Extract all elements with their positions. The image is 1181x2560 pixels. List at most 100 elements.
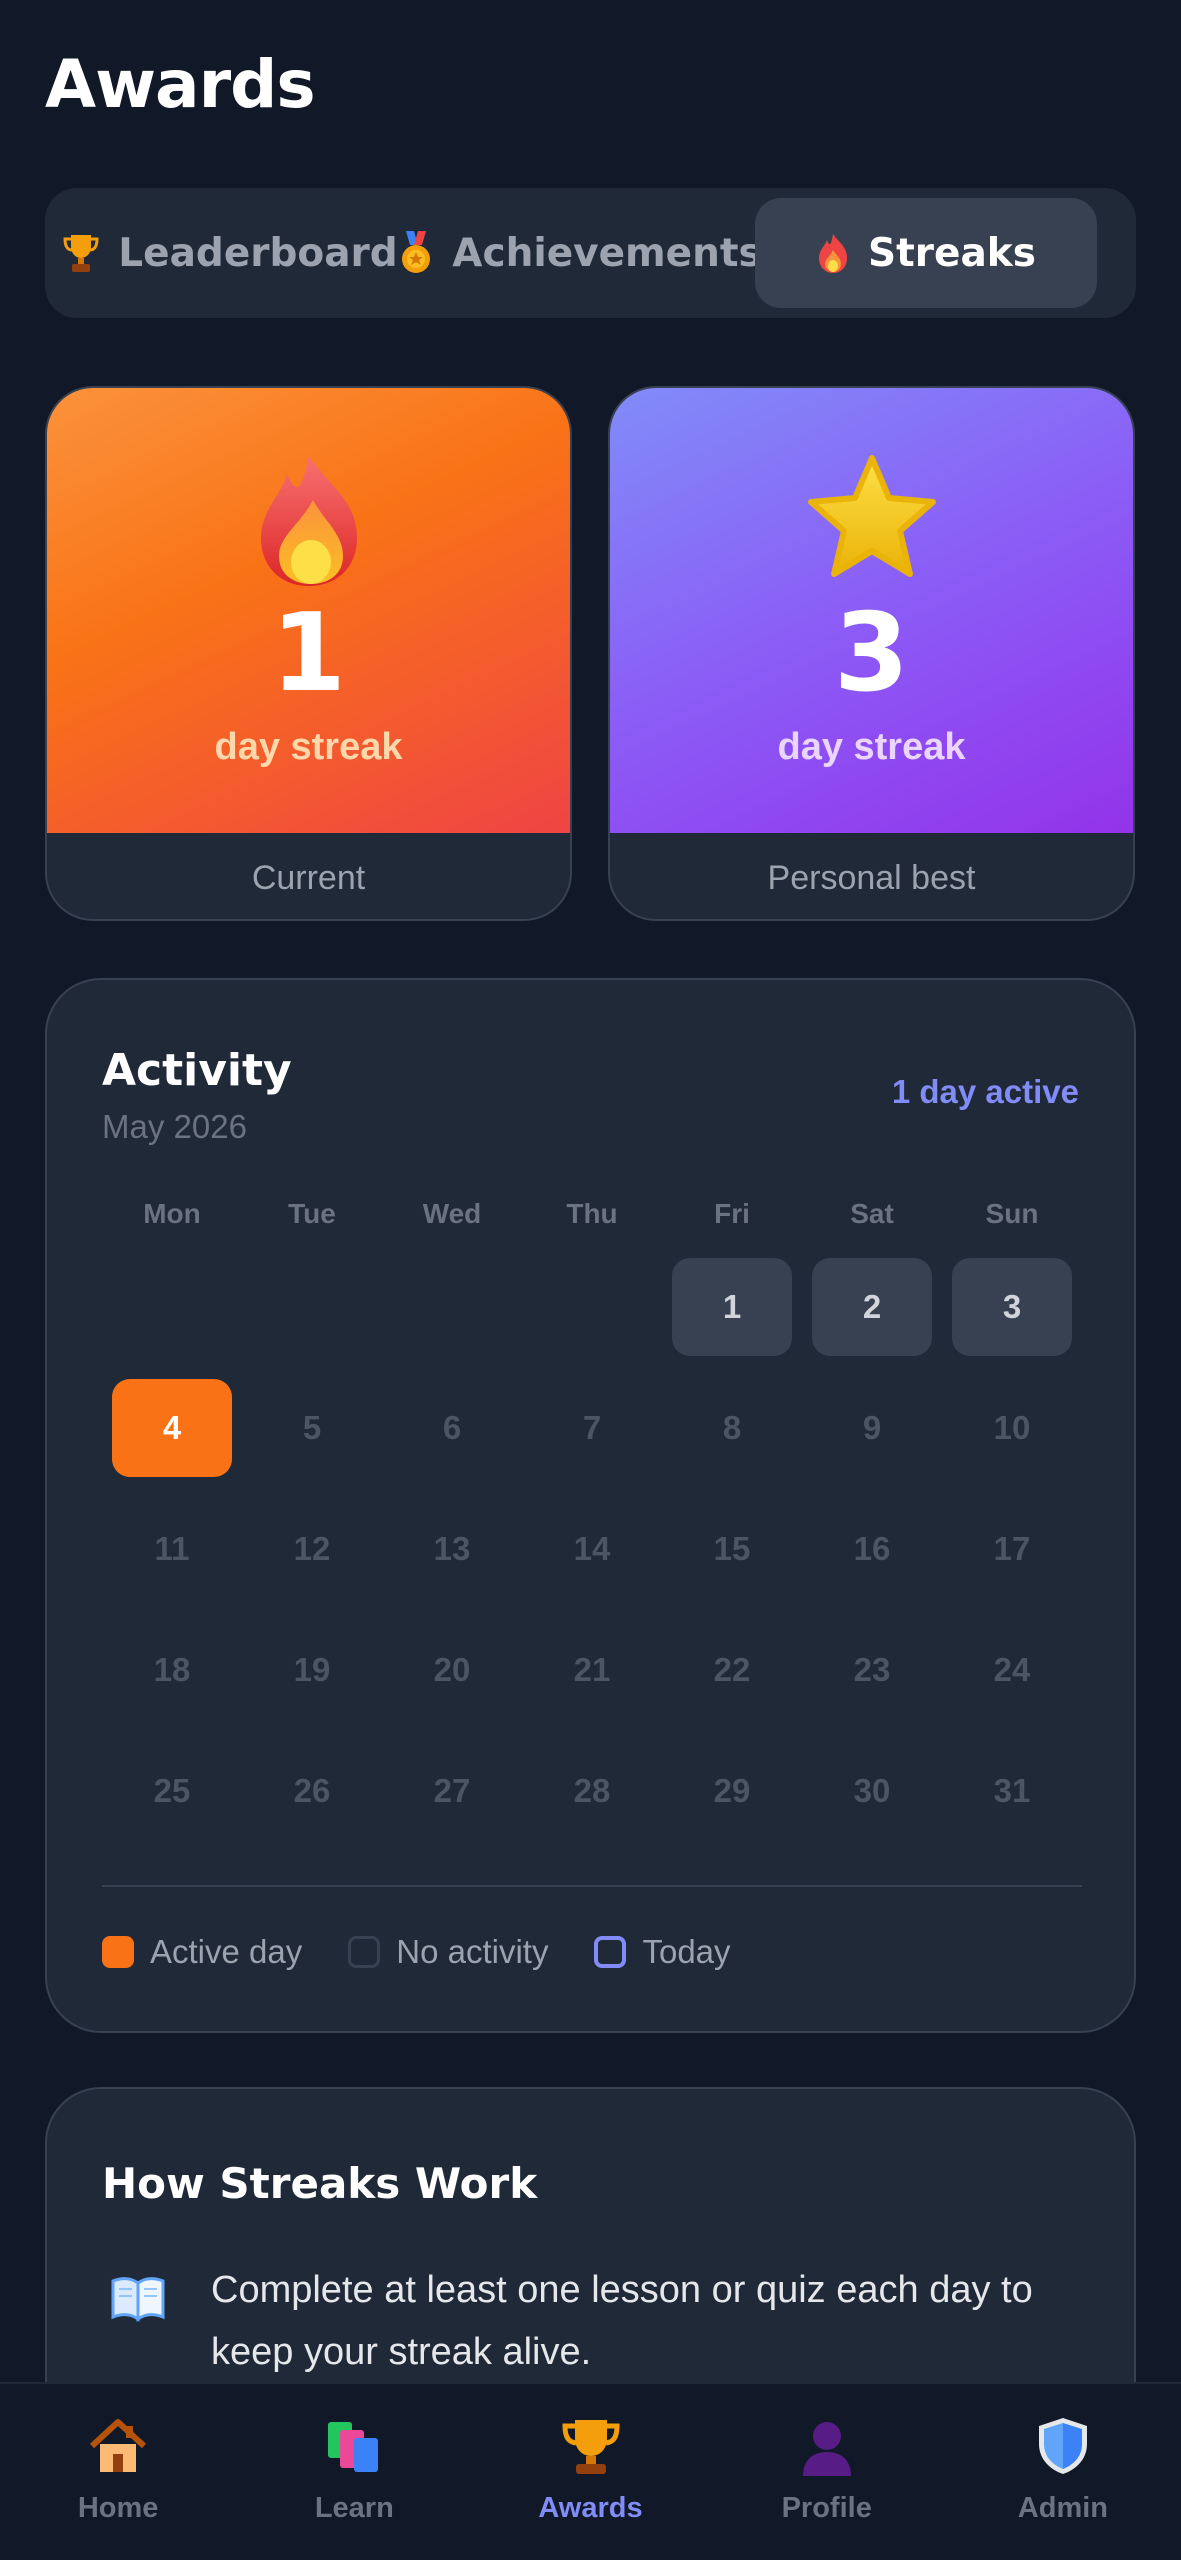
divider [102,1885,1082,1887]
calendar-day[interactable]: 27 [392,1742,512,1840]
calendar-day[interactable]: 6 [392,1379,512,1477]
nav-profile[interactable]: Profile [709,2384,945,2560]
calendar-day[interactable]: 22 [672,1621,792,1719]
calendar-cell: 21 [522,1621,662,1742]
calendar-day[interactable]: 15 [672,1500,792,1598]
calendar-day[interactable]: 11 [112,1500,232,1598]
house-icon [90,2419,147,2472]
calendar-day[interactable]: 2 [812,1258,932,1356]
trophy-icon [62,232,100,274]
calendar-empty-cell [102,1258,242,1379]
calendar-day[interactable]: 7 [532,1379,652,1477]
current-streak-unit: day streak [214,726,403,768]
calendar-day[interactable]: 26 [252,1742,372,1840]
page-title: Awards [45,46,316,123]
calendar-cell: 5 [242,1379,382,1500]
weekday-label: Wed [422,1198,482,1229]
calendar-day[interactable]: 3 [952,1258,1072,1356]
calendar-day[interactable]: 21 [532,1621,652,1719]
nav-admin[interactable]: Admin [945,2384,1181,2560]
calendar-cell: 31 [942,1742,1082,1863]
nav-home[interactable]: Home [0,2384,236,2560]
calendar-day[interactable]: 13 [392,1500,512,1598]
best-streak-unit: day streak [777,726,966,768]
calendar-day-today[interactable]: 4 [112,1379,232,1477]
no-activity-swatch [348,1936,381,1968]
tab-achievements[interactable]: Achievements [402,198,762,308]
books-icon [328,2422,379,2472]
calendar-day[interactable]: 8 [672,1379,792,1477]
awards-tabs: Leaderboard Achievements Streaks [45,188,1136,318]
calendar-day[interactable]: 19 [252,1621,372,1719]
tab-label: Streaks [868,230,1036,276]
calendar-day[interactable]: 29 [672,1742,792,1840]
calendar-day[interactable]: 25 [112,1742,232,1840]
calendar-cell: 10 [942,1379,1082,1500]
nav-label: Learn [314,2492,394,2524]
shield-icon [1038,2418,1087,2474]
calendar-day[interactable]: 5 [252,1379,372,1477]
calendar-day[interactable]: 18 [112,1621,232,1719]
calendar-day[interactable]: 31 [952,1742,1072,1840]
calendar-day[interactable]: 28 [532,1742,652,1840]
fire-icon [816,232,850,274]
bottom-nav: Home Learn Awards Profile Admin [0,2382,1181,2560]
calendar-cell: 15 [662,1500,802,1621]
calendar-cell: 27 [382,1742,522,1863]
tab-leaderboard[interactable]: Leaderboard [55,198,405,308]
tab-label: Leaderboard [118,230,398,276]
calendar-cell: 24 [942,1621,1082,1742]
calendar-cell: 11 [102,1500,242,1621]
calendar-day[interactable]: 16 [812,1500,932,1598]
weekday-label: Mon [143,1198,201,1229]
legend-today: Today [594,1933,731,1971]
current-streak-value: 1 [270,591,347,716]
calendar-day[interactable]: 30 [812,1742,932,1840]
weekday-label: Fri [714,1198,750,1229]
best-streak-value: 3 [833,591,910,716]
current-streak-card: 1 day streak Current [45,386,572,921]
nav-label: Admin [1017,2492,1109,2524]
calendar-cell: 6 [382,1379,522,1500]
calendar-cell: 20 [382,1621,522,1742]
person-icon [802,2422,851,2476]
activity-month: May 2026 [102,1108,247,1145]
today-swatch [594,1936,627,1968]
awards-page: Awards Leaderboard Achievements Streaks … [0,0,1181,2560]
calendar-day[interactable]: 9 [812,1379,932,1477]
calendar-cell: 2 [802,1258,942,1379]
nav-label: Home [77,2492,159,2524]
best-streak-caption: Personal best [767,858,976,897]
calendar-cell: 9 [802,1379,942,1500]
calendar-grid: 1 2 3 4 5 6 7 8 9 10 11 12 13 14 15 16 17 18 19 20 21 22 23 24 2… [102,1258,1082,1863]
calendar-empty-cell [242,1258,382,1379]
calendar-day[interactable]: 24 [952,1621,1072,1719]
calendar-day[interactable]: 20 [392,1621,512,1719]
trophy-icon [561,2420,620,2474]
medal-icon [398,231,434,275]
best-streak-panel: 3 day streak [610,388,1133,833]
calendar-day[interactable]: 12 [252,1500,372,1598]
tab-label: Achievements [452,230,762,276]
calendar-cell: 14 [522,1500,662,1621]
weekday-label: Tue [288,1198,336,1229]
tab-streaks[interactable]: Streaks [755,198,1097,308]
open-book-icon [111,2277,165,2322]
calendar-cell: 8 [662,1379,802,1500]
legend-label: Today [642,1933,731,1970]
calendar-day[interactable]: 1 [672,1258,792,1356]
calendar-cell: 13 [382,1500,522,1621]
legend-active-day: Active day [102,1933,302,1971]
calendar-day[interactable]: 10 [952,1379,1072,1477]
weekday-label: Sun [985,1198,1039,1229]
current-streak-panel: 1 day streak [47,388,570,833]
nav-awards[interactable]: Awards [472,2384,708,2560]
calendar-empty-cell [522,1258,662,1379]
calendar-cell: 22 [662,1621,802,1742]
calendar-day[interactable]: 14 [532,1500,652,1598]
calendar-day[interactable]: 17 [952,1500,1072,1598]
nav-learn[interactable]: Learn [236,2384,472,2560]
calendar-day[interactable]: 23 [812,1621,932,1719]
weekday-header: Mon Tue Wed Thu Fri Sat Sun [102,1198,1082,1238]
activity-title: Activity [102,1045,292,1096]
